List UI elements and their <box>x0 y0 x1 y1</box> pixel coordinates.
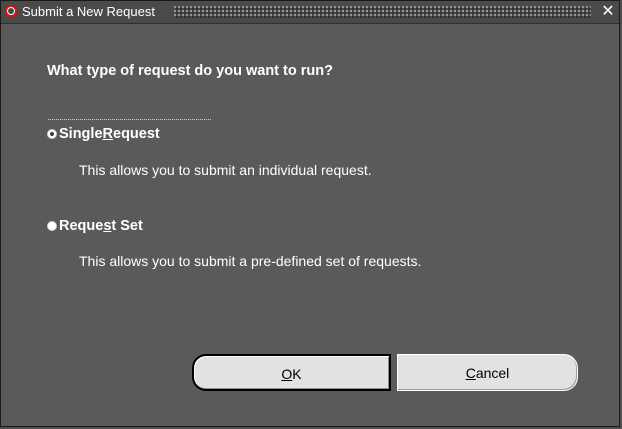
cancel-mnemonic: C <box>465 365 476 381</box>
single-request-mnemonic[interactable]: R <box>103 126 113 142</box>
title-bar[interactable]: Submit a New Request ✕ <box>1 1 619 24</box>
ok-mnemonic: O <box>281 366 293 382</box>
close-icon[interactable]: ✕ <box>599 3 617 21</box>
cancel-label-post: ancel <box>475 365 510 381</box>
radio-button-icon[interactable] <box>47 129 57 139</box>
single-request-label-post[interactable]: equest <box>113 126 160 142</box>
cancel-button[interactable]: Cancel <box>397 354 578 391</box>
oracle-icon <box>5 5 17 17</box>
request-set-label-pre[interactable]: Reque <box>59 218 103 234</box>
ok-label-post: K <box>292 366 302 382</box>
single-request-label-pre[interactable]: Single <box>59 126 103 142</box>
window-title: Submit a New Request <box>22 4 155 19</box>
single-request-description: This allows you to submit an individual … <box>79 162 372 178</box>
title-bar-grip[interactable] <box>174 6 591 18</box>
request-set-mnemonic[interactable]: s <box>103 218 111 234</box>
single-request-radio[interactable]: Single Request <box>47 119 211 142</box>
request-set-label-post[interactable]: t Set <box>111 218 142 234</box>
submit-request-dialog: Submit a New Request ✕ What type of requ… <box>0 0 620 427</box>
request-set-description: This allows you to submit a pre-defined … <box>79 253 422 269</box>
ok-button[interactable]: OK <box>192 354 391 391</box>
focus-indicator <box>48 119 211 121</box>
request-type-question: What type of request do you want to run? <box>47 63 333 79</box>
request-set-radio[interactable]: Reque s t Set <box>47 218 143 234</box>
radio-button-icon[interactable] <box>47 221 57 231</box>
